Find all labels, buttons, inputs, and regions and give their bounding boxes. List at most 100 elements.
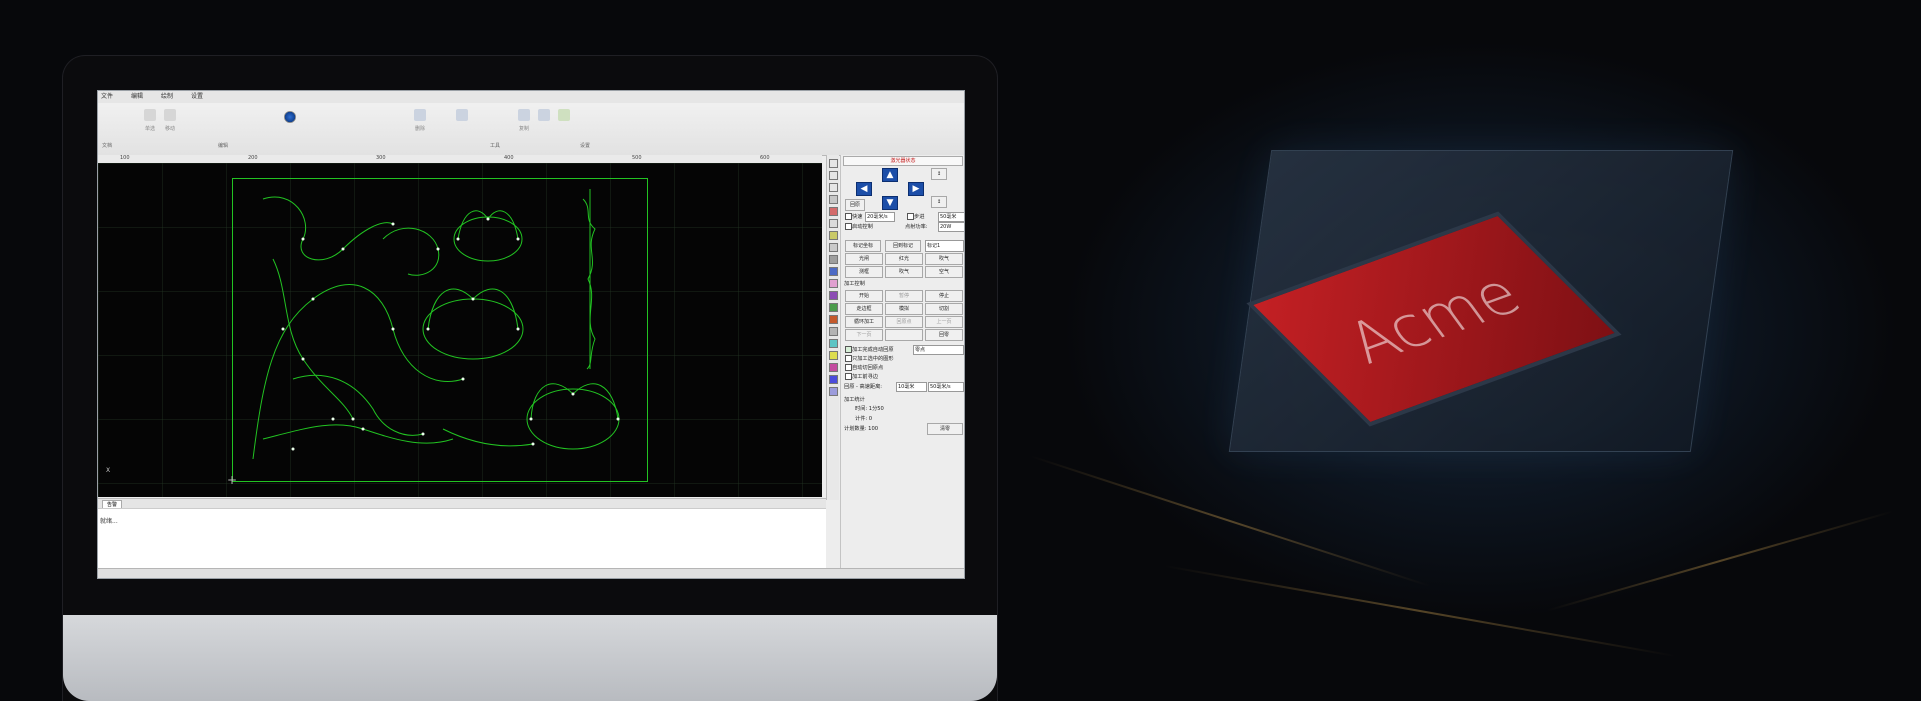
align-tool-icon[interactable] (456, 109, 468, 121)
pause-button[interactable]: 暂停 (885, 290, 923, 302)
layer-color-swatch[interactable] (829, 231, 838, 240)
layer-color-bar[interactable] (826, 155, 839, 500)
layer-tool-icon[interactable] (558, 109, 570, 121)
phoenix-crest (262, 196, 394, 261)
layer-color-swatch[interactable] (829, 339, 838, 348)
ribbon-group-label: 编辑 (218, 143, 229, 149)
jog-up-button[interactable]: ▲ (882, 168, 898, 182)
layer-color-swatch[interactable] (829, 303, 838, 312)
layer-color-swatch[interactable] (829, 267, 838, 276)
array-tool-icon[interactable] (538, 109, 550, 121)
mark-position-button[interactable]: 标记坐标 (845, 240, 881, 252)
speed-select[interactable]: 20毫米/s (865, 212, 895, 222)
simulate-button[interactable]: 模拟 (885, 303, 923, 315)
layer-color-swatch[interactable] (829, 171, 838, 180)
return-zero-button[interactable]: 回零 (925, 329, 963, 341)
prev-page-button[interactable]: 上一页 (925, 316, 963, 328)
drawing-canvas[interactable]: + X (98, 163, 822, 497)
layer-color-swatch[interactable] (829, 219, 838, 228)
crosshair-cursor: + (227, 473, 238, 487)
layer-color-swatch[interactable] (829, 387, 838, 396)
layer-color-swatch[interactable] (829, 243, 838, 252)
layer-color-swatch[interactable] (829, 279, 838, 288)
option-checkbox[interactable] (845, 346, 852, 353)
menu-item[interactable]: 编辑 (131, 91, 143, 103)
speed-row-select-2[interactable]: 50毫米/s (928, 382, 964, 392)
device-status-header[interactable]: 激光器状态 (843, 156, 963, 166)
shutter-button[interactable]: 光闸 (845, 253, 883, 265)
layer-color-swatch[interactable] (829, 363, 838, 372)
go-to-mark-button[interactable]: 回到标记 (885, 240, 921, 252)
step-select[interactable]: 50毫米 (938, 212, 964, 222)
calligraphy-strokes (582, 198, 596, 370)
lotus-top-petals (457, 210, 519, 240)
menu-item[interactable]: 文件 (101, 91, 113, 103)
ruler-tick: 300 (376, 155, 386, 161)
option-label: 自动切回原点 (852, 365, 884, 371)
mark-select[interactable]: 标记1 (925, 240, 964, 252)
lotus-middle (422, 298, 524, 360)
layer-color-swatch[interactable] (829, 183, 838, 192)
option-label: 加工完成自动回原 (852, 347, 894, 353)
clear-count-button[interactable]: 清零 (927, 423, 963, 435)
z-up-button[interactable]: ↕ (931, 168, 947, 180)
phoenix-lotus-artwork (252, 189, 620, 460)
jog-right-button[interactable]: ▶ (908, 182, 924, 196)
ribbon-tool-label: 移动 (165, 126, 176, 132)
layer-color-swatch[interactable] (829, 291, 838, 300)
speed-row-select-1[interactable]: 10毫米 (896, 382, 927, 392)
menu-item[interactable]: 绘制 (161, 91, 173, 103)
layer-color-swatch[interactable] (829, 159, 838, 168)
move-tool-icon[interactable] (164, 109, 176, 121)
frame-test-button[interactable]: 测框 (845, 266, 883, 278)
start-button[interactable]: 开始 (845, 290, 883, 302)
speed-checkbox[interactable] (845, 213, 852, 220)
red-light-button[interactable]: 红光 (885, 253, 923, 265)
jog-left-button[interactable]: ◀ (856, 182, 872, 196)
phoenix-head (382, 227, 440, 276)
output-message: 就绪... (100, 518, 118, 525)
walk-border-button[interactable]: 走边框 (845, 303, 883, 315)
z-down-button[interactable]: ↕ (931, 196, 947, 208)
option-checkbox[interactable] (845, 373, 852, 380)
layer-color-swatch[interactable] (829, 195, 838, 204)
focus-checkbox[interactable] (845, 223, 852, 230)
step-checkbox[interactable] (907, 213, 914, 220)
design-outline[interactable] (232, 178, 648, 482)
extra-button[interactable] (885, 329, 923, 341)
loop-process-button[interactable]: 循环加工 (845, 316, 883, 328)
option-checkbox[interactable] (845, 364, 852, 371)
option-checkbox[interactable] (845, 355, 852, 362)
air-button[interactable]: 空气 (925, 266, 963, 278)
layer-color-swatch[interactable] (829, 327, 838, 336)
layer-color-swatch[interactable] (829, 351, 838, 360)
layer-color-swatch[interactable] (829, 315, 838, 324)
stats-title: 加工统计 (844, 397, 865, 403)
circle-tool-icon[interactable] (284, 111, 296, 123)
origin-button[interactable]: 回原点 (885, 316, 923, 328)
layer-color-swatch[interactable] (829, 207, 838, 216)
cut-button[interactable]: 切割 (925, 303, 963, 315)
layer-color-swatch[interactable] (829, 375, 838, 384)
lotus-middle-petals (427, 288, 519, 330)
home-button[interactable]: 回原 (845, 199, 865, 211)
jog-down-button[interactable]: ▼ (882, 196, 898, 210)
air-assist-button[interactable]: 吹气 (925, 253, 963, 265)
node-tool-icon[interactable] (414, 109, 426, 121)
planned-count: 计划数量: 100 (844, 426, 879, 432)
stop-button[interactable]: 停止 (925, 290, 963, 302)
phoenix-wing (292, 374, 424, 436)
power-input[interactable]: 20W (938, 222, 964, 232)
ruler-tick: 500 (632, 155, 642, 161)
select-tool-icon[interactable] (144, 109, 156, 121)
speed-row-label: 回原 - 高速距离: (844, 384, 883, 390)
chip-logo: Acme (1333, 260, 1535, 378)
group-tool-icon[interactable] (518, 109, 530, 121)
next-page-button[interactable]: 下一页 (845, 329, 883, 341)
menu-item[interactable]: 设置 (191, 91, 203, 103)
return-select[interactable]: 零点 (913, 345, 964, 355)
blow-button[interactable]: 吹气 (885, 266, 923, 278)
layer-color-swatch[interactable] (829, 255, 838, 264)
option-label: 加工前寻边 (852, 374, 878, 380)
laser-control-panel: 激光器状态 ▲ ◀ ▶ ▼ ↕ ↕ 回原 快速 20毫米/s 步进 50毫米 启… (840, 155, 964, 578)
